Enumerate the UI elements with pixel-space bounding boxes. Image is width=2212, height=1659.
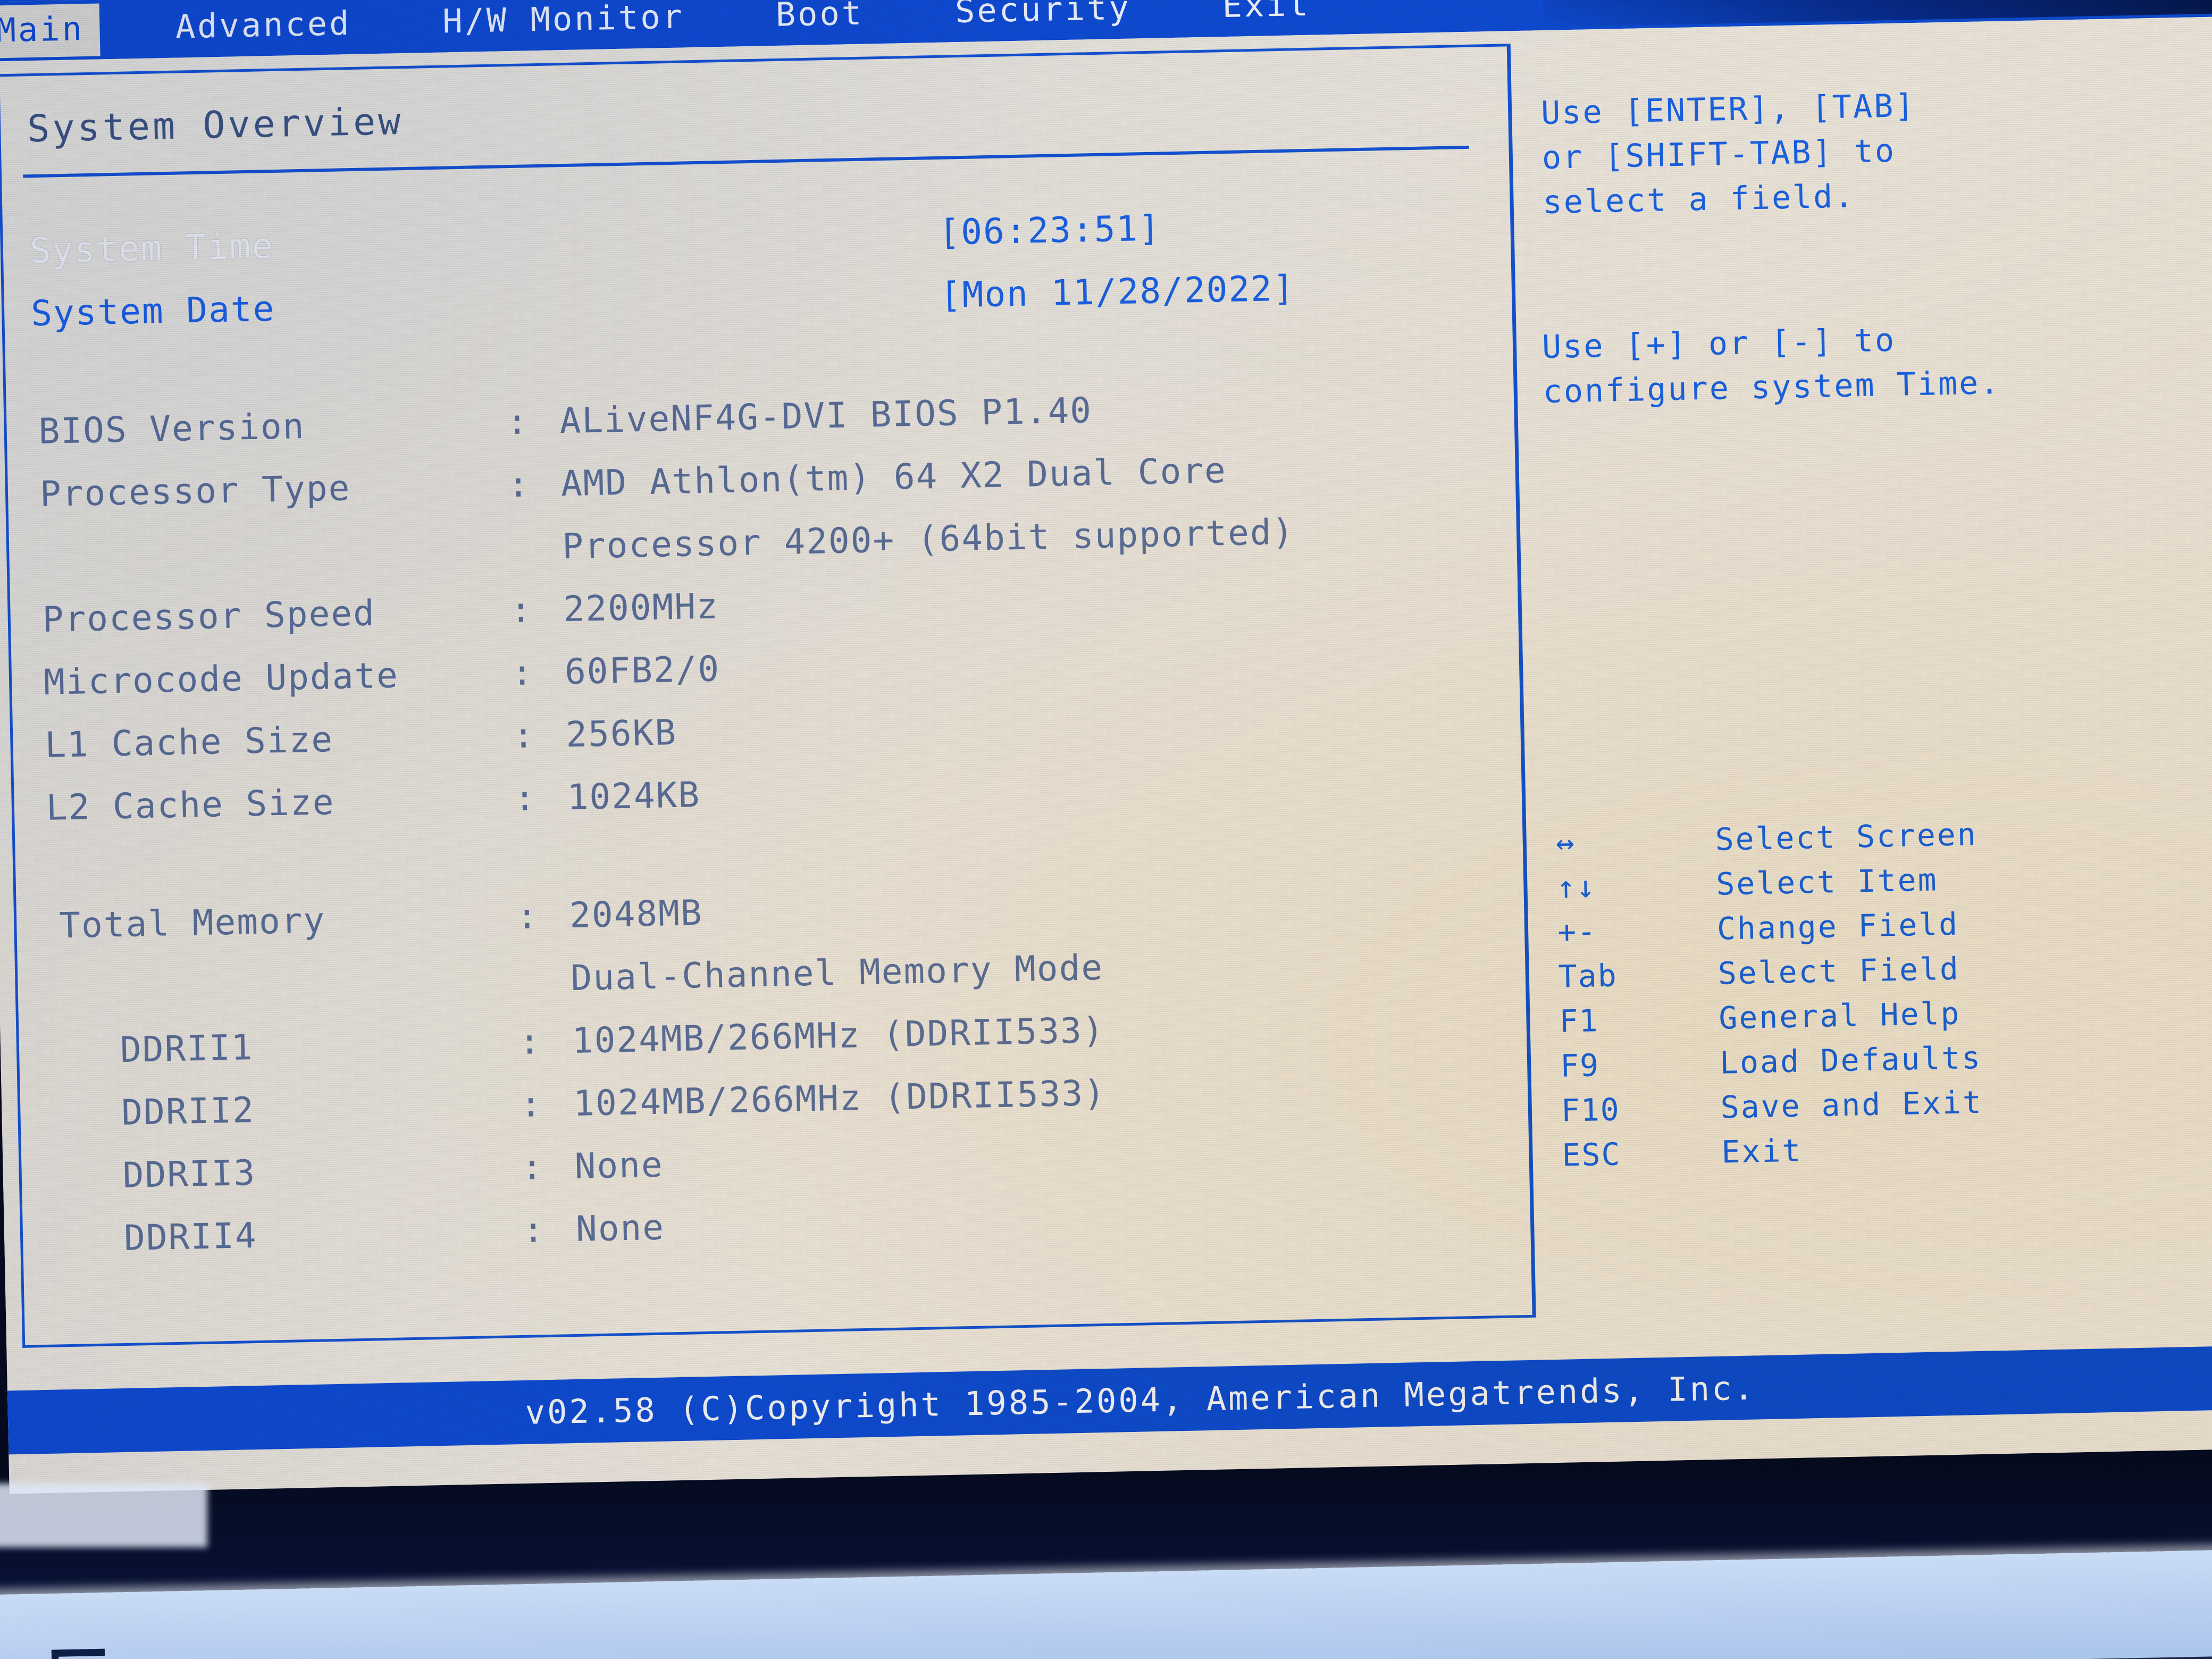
memory-mode-value: Dual-Channel Memory Mode [570, 946, 1104, 999]
processor-type-separator: : [507, 464, 531, 506]
key-legend-row-save-and-exit: F10 Save and Exit [1561, 1084, 1983, 1137]
system-time-label: System Time [29, 225, 274, 272]
tab-key-label: Tab [1558, 957, 1618, 995]
ddrii1-separator: : [518, 1021, 542, 1063]
f9-key-label: F9 [1560, 1047, 1600, 1084]
menu-spacer [1147, 7, 1206, 9]
ddrii3-label: DDRII3 [122, 1152, 256, 1196]
key-legend-row-change-field: +- Change Field [1557, 906, 1979, 959]
system-date-label-wrap[interactable]: System Date [30, 288, 275, 334]
page-title: System Overview [27, 99, 404, 151]
menu-item-main[interactable]: Main [0, 3, 100, 58]
copyright-text: v02.58 (C)Copyright 1985-2004, American … [525, 1368, 1756, 1432]
system-overview-pane: System Overview System Time [06:23:51] S… [0, 44, 1532, 1348]
l2-cache-size-value: 1024KB [566, 774, 701, 818]
l1-cache-size-label: L1 Cache Size [44, 718, 334, 766]
l2-cache-size-label: L2 Cache Size [46, 781, 336, 828]
ddrii2-label: DDRII2 [121, 1090, 255, 1134]
system-date-label: System Date [30, 288, 276, 334]
ddrii4-separator: : [522, 1209, 546, 1251]
key-legend-row-select-item: ↑↓ Select Item [1556, 861, 1979, 914]
key-legend-row-load-defaults: F9 Load Defaults [1560, 1040, 1982, 1093]
key-legend-row-select-field: Tab Select Field [1558, 950, 1980, 1003]
key-legend-desc: Change Field [1716, 906, 1959, 947]
title-divider [23, 145, 1469, 178]
key-legend: ↔ Select Screen ↑↓ Select Item +- Change… [1555, 816, 1984, 1182]
menu-item-hw-monitor[interactable]: H/W Monitor [426, 0, 700, 49]
menu-item-boot[interactable]: Boot [759, 0, 880, 43]
key-legend-desc: Select Item [1715, 861, 1939, 902]
system-time-value-wrap[interactable]: [06:23:51] [939, 207, 1161, 253]
bios-version-separator: : [506, 401, 530, 443]
ddrii4-label: DDRII4 [123, 1214, 258, 1259]
total-memory-value: 2048MB [569, 892, 703, 936]
menu-item-advanced[interactable]: Advanced [159, 0, 368, 55]
help-pane: Use [ENTER], [TAB] or [SHIFT-TAB] to sel… [1511, 30, 2212, 1318]
ddrii2-value: 1024MB/266MHz (DDRII533) [573, 1072, 1107, 1124]
menu-spacer [100, 28, 160, 29]
key-legend-row-select-screen: ↔ Select Screen [1555, 816, 1978, 869]
menu-spacer [700, 16, 760, 18]
ddrii3-value: None [574, 1144, 664, 1187]
menu-spacer [367, 23, 426, 24]
ddrii1-label: DDRII1 [120, 1027, 254, 1071]
arrows-horizontal-icon: ↔ [1555, 824, 1576, 861]
help-paragraph-select-field: Use [ENTER], [TAB] or [SHIFT-TAB] to sel… [1540, 87, 1916, 222]
system-time-bracket-open: [ [938, 212, 962, 253]
menu-spacer [879, 13, 939, 14]
photo-light-spill [0, 1484, 207, 1547]
f10-key-label: F10 [1561, 1091, 1621, 1129]
processor-speed-value: 2200MHz [563, 585, 719, 630]
ddrii4-value: None [575, 1206, 665, 1250]
microcode-update-label: Microcode Update [43, 655, 399, 703]
photo-of-monitor: ⌐ BIOS SETUP UTILITY Main Advanced H/W M… [0, 0, 2212, 1659]
menu-item-security[interactable]: Security [939, 0, 1147, 39]
ddrii2-separator: : [520, 1084, 543, 1125]
system-date-value-wrap[interactable]: [Mon 11/28/2022] [940, 267, 1295, 315]
f1-key-label: F1 [1559, 1002, 1599, 1040]
ddrii1-value: 1024MB/266MHz (DDRII533) [572, 1009, 1105, 1062]
microcode-update-value: 60FB2/0 [564, 648, 720, 693]
help-paragraph-configure-time: Use [+] or [-] to configure system Time. [1541, 321, 2001, 411]
key-legend-desc: Save and Exit [1720, 1084, 1983, 1126]
processor-type-value: AMD Athlon(tm) 64 X2 Dual Core [560, 450, 1227, 505]
bios-version-value: ALiveNF4G-DVI BIOS P1.40 [559, 390, 1093, 442]
processor-speed-label: Processor Speed [42, 592, 376, 640]
l1-cache-size-separator: : [512, 715, 535, 757]
bios-version-label: BIOS Version [38, 405, 306, 452]
plus-minus-icon: +- [1557, 913, 1597, 950]
total-memory-label: Total Memory [58, 900, 326, 946]
processor-type-value-cont: Processor 4200+ (64bit supported) [562, 511, 1295, 567]
key-legend-desc: Load Defaults [1719, 1039, 1982, 1081]
system-time-hour-field[interactable]: 06 [961, 211, 1006, 253]
key-legend-desc: General Help [1718, 995, 1962, 1036]
arrows-vertical-icon: ↑↓ [1556, 868, 1597, 906]
bezel-glyph: ⌐ [41, 1605, 115, 1659]
system-time-label-wrap[interactable]: System Time [29, 225, 274, 271]
key-legend-row-general-help: F1 General Help [1559, 995, 1981, 1048]
total-memory-separator: : [516, 895, 539, 937]
esc-key-label: ESC [1561, 1136, 1622, 1174]
key-legend-desc: Exit [1721, 1132, 1803, 1170]
system-date-value: [Mon 11/28/2022] [940, 267, 1296, 316]
key-legend-desc: Select Field [1717, 950, 1960, 992]
bios-screen: BIOS SETUP UTILITY Main Advanced H/W Mon… [0, 0, 2212, 1494]
menu-item-exit[interactable]: Exit [1206, 0, 1327, 33]
processor-speed-separator: : [509, 589, 533, 631]
processor-type-label: Processor Type [39, 467, 351, 515]
key-legend-desc: Select Screen [1715, 816, 1978, 858]
l2-cache-size-separator: : [513, 777, 537, 819]
system-time-rest: :23:51] [1004, 207, 1161, 252]
bios-body: System Overview System Time [06:23:51] S… [0, 16, 2212, 1391]
microcode-update-separator: : [511, 652, 534, 694]
l1-cache-size-value: 256KB [565, 711, 677, 756]
ddrii3-separator: : [521, 1146, 544, 1188]
key-legend-row-exit: ESC Exit [1562, 1129, 1984, 1182]
